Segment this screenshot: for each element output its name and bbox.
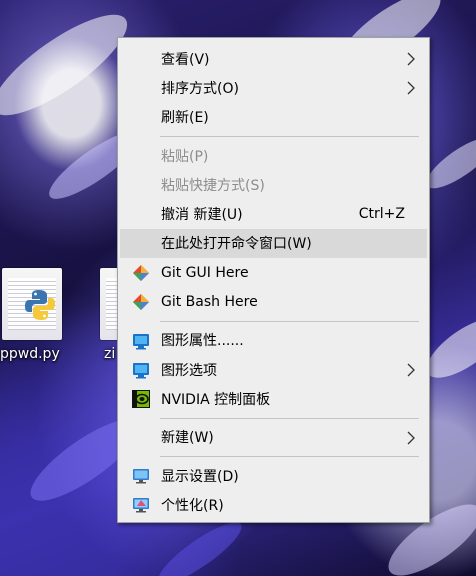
- display-settings-icon: [133, 468, 149, 484]
- intel-graphics-icon: [133, 362, 149, 379]
- menu-item-open-command-window[interactable]: 在此处打开命令窗口(W): [120, 228, 427, 259]
- menu-item-label: 显示设置(D): [161, 468, 239, 485]
- python-logo-icon: [25, 290, 55, 320]
- menu-item-graphics-options[interactable]: 图形选项: [118, 355, 429, 384]
- menu-item-git-bash[interactable]: Git Bash Here: [118, 287, 429, 316]
- menu-item-shortcut: Ctrl+Z: [358, 206, 405, 223]
- menu-item-label: 粘贴(P): [161, 148, 209, 165]
- chevron-right-icon: [407, 431, 415, 445]
- menu-item-label: Git Bash Here: [161, 294, 258, 311]
- git-diamond-icon: [133, 294, 149, 311]
- menu-item-sort-by[interactable]: 排序方式(O): [118, 73, 429, 102]
- chevron-right-icon: [407, 81, 415, 95]
- menu-separator: [160, 455, 419, 457]
- menu-item-label: 刷新(E): [161, 110, 209, 127]
- chevron-right-icon: [407, 363, 415, 377]
- desktop-icon-label: ppwd.py: [0, 346, 60, 362]
- wallpaper-streak: [151, 513, 249, 576]
- menu-item-label: 撤消 新建(U): [161, 207, 243, 224]
- intel-graphics-icon: [133, 333, 149, 350]
- desktop-icon-label: zi: [104, 346, 116, 362]
- menu-item-label: 新建(W): [161, 430, 214, 447]
- personalize-icon: [133, 498, 149, 513]
- menu-separator: [160, 417, 419, 419]
- git-diamond-icon: [133, 265, 149, 282]
- menu-item-refresh[interactable]: 刷新(E): [118, 103, 429, 132]
- menu-item-label: NVIDIA 控制面板: [161, 391, 271, 408]
- menu-separator: [160, 320, 419, 322]
- menu-item-undo-new[interactable]: 撤消 新建(U) Ctrl+Z: [118, 199, 429, 228]
- menu-item-paste[interactable]: 粘贴(P): [118, 141, 429, 170]
- menu-item-label: 图形选项: [161, 362, 217, 379]
- python-file-icon: [2, 268, 62, 340]
- menu-separator: [160, 135, 419, 137]
- chevron-right-icon: [407, 52, 415, 66]
- menu-item-new[interactable]: 新建(W): [118, 423, 429, 452]
- menu-item-nvidia-control-panel[interactable]: NVIDIA 控制面板: [118, 384, 429, 413]
- menu-item-personalize[interactable]: 个性化(R): [118, 490, 429, 519]
- menu-item-paste-shortcut[interactable]: 粘贴快捷方式(S): [118, 170, 429, 199]
- menu-item-label: 在此处打开命令窗口(W): [161, 236, 312, 253]
- menu-item-label: 查看(V): [161, 51, 210, 68]
- menu-item-display-settings[interactable]: 显示设置(D): [118, 461, 429, 490]
- nvidia-icon: [132, 390, 150, 409]
- desktop-context-menu: 查看(V) 排序方式(O) 刷新(E) 粘贴(P) 粘贴快捷方式(S) 撤消 新…: [117, 37, 430, 523]
- menu-item-label: 排序方式(O): [161, 80, 239, 97]
- menu-item-label: 图形属性......: [161, 333, 244, 350]
- menu-item-label: Git GUI Here: [161, 264, 249, 281]
- menu-item-label: 粘贴快捷方式(S): [161, 177, 265, 194]
- menu-item-git-gui[interactable]: Git GUI Here: [118, 258, 429, 287]
- menu-item-label: 个性化(R): [161, 497, 224, 514]
- menu-item-view[interactable]: 查看(V): [118, 44, 429, 73]
- menu-item-graphics-properties[interactable]: 图形属性......: [118, 326, 429, 355]
